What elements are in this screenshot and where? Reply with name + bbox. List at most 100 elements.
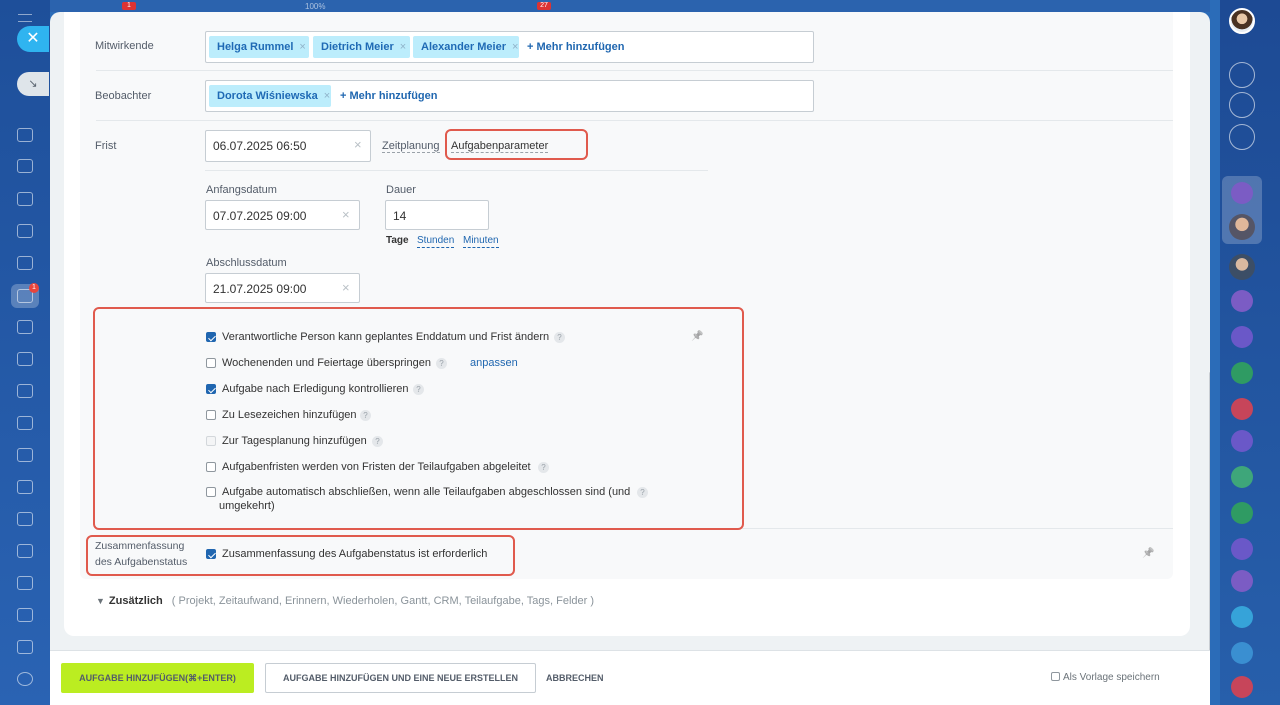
customize-link[interactable]: anpassen: [470, 357, 518, 369]
chat-avatar-15[interactable]: [1231, 676, 1253, 698]
summary-option-label[interactable]: Zusammenfassung des Aufgabenstatus ist e…: [222, 548, 487, 560]
remove-icon[interactable]: ×: [512, 41, 518, 53]
option-label[interactable]: Wochenenden und Feiertage überspringen: [222, 357, 431, 369]
chat-avatar-8[interactable]: [1231, 430, 1253, 452]
help-icon[interactable]: ?: [436, 358, 447, 369]
participant-tag[interactable]: Helga Rummel ×: [209, 36, 309, 58]
additional-item[interactable]: Wiederholen: [333, 595, 395, 607]
inventory-icon[interactable]: [17, 480, 33, 494]
remove-icon[interactable]: ×: [299, 41, 305, 53]
close-slider-button[interactable]: ✕: [17, 26, 49, 52]
duration-unit-hours[interactable]: Stunden: [417, 235, 455, 248]
option-checkbox[interactable]: [206, 332, 216, 342]
additional-section[interactable]: ▼ Zusätzlich ( Projekt, Zeitaufwand, Erin…: [96, 595, 594, 607]
additional-item[interactable]: Projekt: [179, 595, 213, 607]
robots-icon[interactable]: [17, 544, 33, 558]
participant-tag[interactable]: Dietrich Meier ×: [313, 36, 410, 58]
option-checkbox[interactable]: [206, 410, 216, 420]
option-checkbox[interactable]: [206, 358, 216, 368]
close-icon: ✕: [26, 30, 40, 47]
clear-end-icon[interactable]: ×: [342, 280, 350, 295]
help-icon[interactable]: ?: [372, 436, 383, 447]
docs-icon[interactable]: [17, 256, 33, 270]
option-checkbox[interactable]: [206, 384, 216, 394]
template-checkbox[interactable]: [1051, 672, 1060, 681]
chat-avatar-3[interactable]: [1229, 254, 1255, 280]
help-icon[interactable]: ?: [538, 462, 549, 473]
chat-avatar-11[interactable]: [1231, 538, 1253, 560]
pin-icon[interactable]: 📌: [691, 331, 703, 342]
option-checkbox[interactable]: [206, 462, 216, 472]
top-badge-1: 1: [122, 2, 136, 10]
add-participant-link[interactable]: + Mehr hinzufügen: [527, 36, 624, 58]
save-as-template-toggle[interactable]: Als Vorlage speichern: [1051, 672, 1160, 683]
crm-icon[interactable]: [17, 320, 33, 334]
feed-icon[interactable]: [17, 128, 33, 142]
additional-item[interactable]: Teilaufgabe: [465, 595, 521, 607]
chat-avatar-9[interactable]: [1231, 466, 1253, 488]
additional-item[interactable]: Tags: [527, 595, 550, 607]
chat-avatar-6[interactable]: [1231, 362, 1253, 384]
analytics-icon[interactable]: [17, 384, 33, 398]
option-label[interactable]: Zu Lesezeichen hinzufügen: [222, 409, 357, 421]
observer-tag[interactable]: Dorota Wiśniewska ×: [209, 85, 331, 107]
chats-icon[interactable]: [1229, 124, 1255, 150]
summary-checkbox[interactable]: [206, 549, 216, 559]
chat-avatar-13[interactable]: [1231, 606, 1253, 628]
targets-icon[interactable]: [17, 576, 33, 590]
pin-icon[interactable]: 📌: [1142, 548, 1154, 559]
sites-icon[interactable]: [17, 352, 33, 366]
option-label-continued[interactable]: umgekehrt): [219, 500, 275, 512]
option-label[interactable]: Aufgabe automatisch abschließen, wenn al…: [222, 486, 630, 498]
shop-icon[interactable]: [17, 416, 33, 430]
additional-item[interactable]: Zeitaufwand: [219, 595, 279, 607]
groups-icon[interactable]: [17, 224, 33, 238]
automation-icon[interactable]: [17, 512, 33, 526]
minimize-slider-button[interactable]: ↘: [17, 72, 49, 96]
notifications-icon[interactable]: [1229, 62, 1255, 88]
chat-avatar-5[interactable]: [1231, 326, 1253, 348]
option-label[interactable]: Verantwortliche Person kann geplantes En…: [222, 331, 549, 343]
additional-item[interactable]: Erinnern: [285, 595, 327, 607]
add-task-button[interactable]: AUFGABE HINZUFÜGEN(⌘+ENTER): [61, 663, 254, 693]
sign-icon[interactable]: [17, 608, 33, 622]
chat-avatar-1[interactable]: [1231, 182, 1253, 204]
chat-avatar-12[interactable]: [1231, 570, 1253, 592]
chat-avatar-2[interactable]: [1229, 214, 1255, 240]
calendar-icon[interactable]: [17, 192, 33, 206]
clear-start-icon[interactable]: ×: [342, 207, 350, 222]
deadline-value: 06.07.2025 06:50: [213, 139, 307, 153]
additional-item[interactable]: Felder: [556, 595, 587, 607]
summary-label-line1: Zusammenfassung: [95, 540, 185, 552]
remove-icon[interactable]: ×: [324, 90, 330, 102]
clear-deadline-icon[interactable]: ×: [354, 137, 362, 152]
help-icon[interactable]: ?: [360, 410, 371, 421]
add-and-create-new-button[interactable]: AUFGABE HINZUFÜGEN UND EINE NEUE ERSTELL…: [265, 663, 536, 693]
chat-icon[interactable]: [17, 159, 33, 173]
menu-icon[interactable]: [18, 14, 32, 22]
cancel-button[interactable]: ABBRECHEN: [546, 663, 604, 693]
option-checkbox[interactable]: [206, 487, 216, 497]
highlight-frame: [445, 129, 588, 160]
help-icon[interactable]: ?: [413, 384, 424, 395]
duration-unit-days[interactable]: Tage: [386, 235, 409, 246]
user-avatar[interactable]: [1229, 8, 1255, 34]
marketing-icon[interactable]: [17, 448, 33, 462]
option-label[interactable]: Aufgabenfristen werden von Fristen der T…: [222, 461, 531, 473]
additional-item[interactable]: Gantt: [401, 595, 428, 607]
pulse-icon[interactable]: [1229, 92, 1255, 118]
settings-icon[interactable]: [17, 672, 33, 686]
chat-avatar-7[interactable]: [1231, 398, 1253, 420]
option-label[interactable]: Aufgabe nach Erledigung kontrollieren: [222, 383, 409, 395]
support-icon[interactable]: [17, 640, 33, 654]
chat-avatar-10[interactable]: [1231, 502, 1253, 524]
chat-avatar-14[interactable]: [1231, 642, 1253, 664]
additional-item[interactable]: CRM: [434, 595, 459, 607]
add-observer-link[interactable]: + Mehr hinzufügen: [340, 85, 437, 107]
chat-avatar-4[interactable]: [1231, 290, 1253, 312]
remove-icon[interactable]: ×: [400, 41, 406, 53]
participant-tag[interactable]: Alexander Meier ×: [413, 36, 519, 58]
help-icon[interactable]: ?: [637, 487, 648, 498]
help-icon[interactable]: ?: [554, 332, 565, 343]
duration-unit-minutes[interactable]: Minuten: [463, 235, 499, 248]
